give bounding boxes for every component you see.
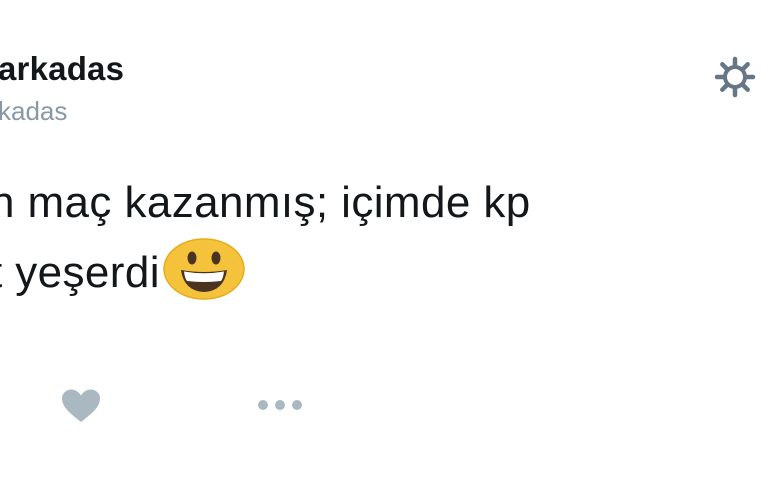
gear-icon xyxy=(714,56,756,98)
grinning-face-emoji-icon xyxy=(163,238,245,301)
heart-icon[interactable] xyxy=(60,388,102,424)
more-dots-icon[interactable] xyxy=(254,394,306,416)
author-display-name[interactable]: arkadas xyxy=(0,50,124,88)
author-handle[interactable]: kadas xyxy=(0,96,67,127)
tweet-text: n maç kazanmış; içimde kp t yeşerdi xyxy=(0,168,531,308)
settings-button[interactable] xyxy=(713,55,757,99)
tweet-text-line-2-text: t yeşerdi xyxy=(0,248,160,297)
tweet-text-line-2: t yeşerdi xyxy=(0,238,531,308)
tweet-card: arkadas kadas n maç kazanmış; içimde kp … xyxy=(0,0,770,485)
tweet-text-line-1: n maç kazanmış; içimde kp xyxy=(0,178,531,227)
